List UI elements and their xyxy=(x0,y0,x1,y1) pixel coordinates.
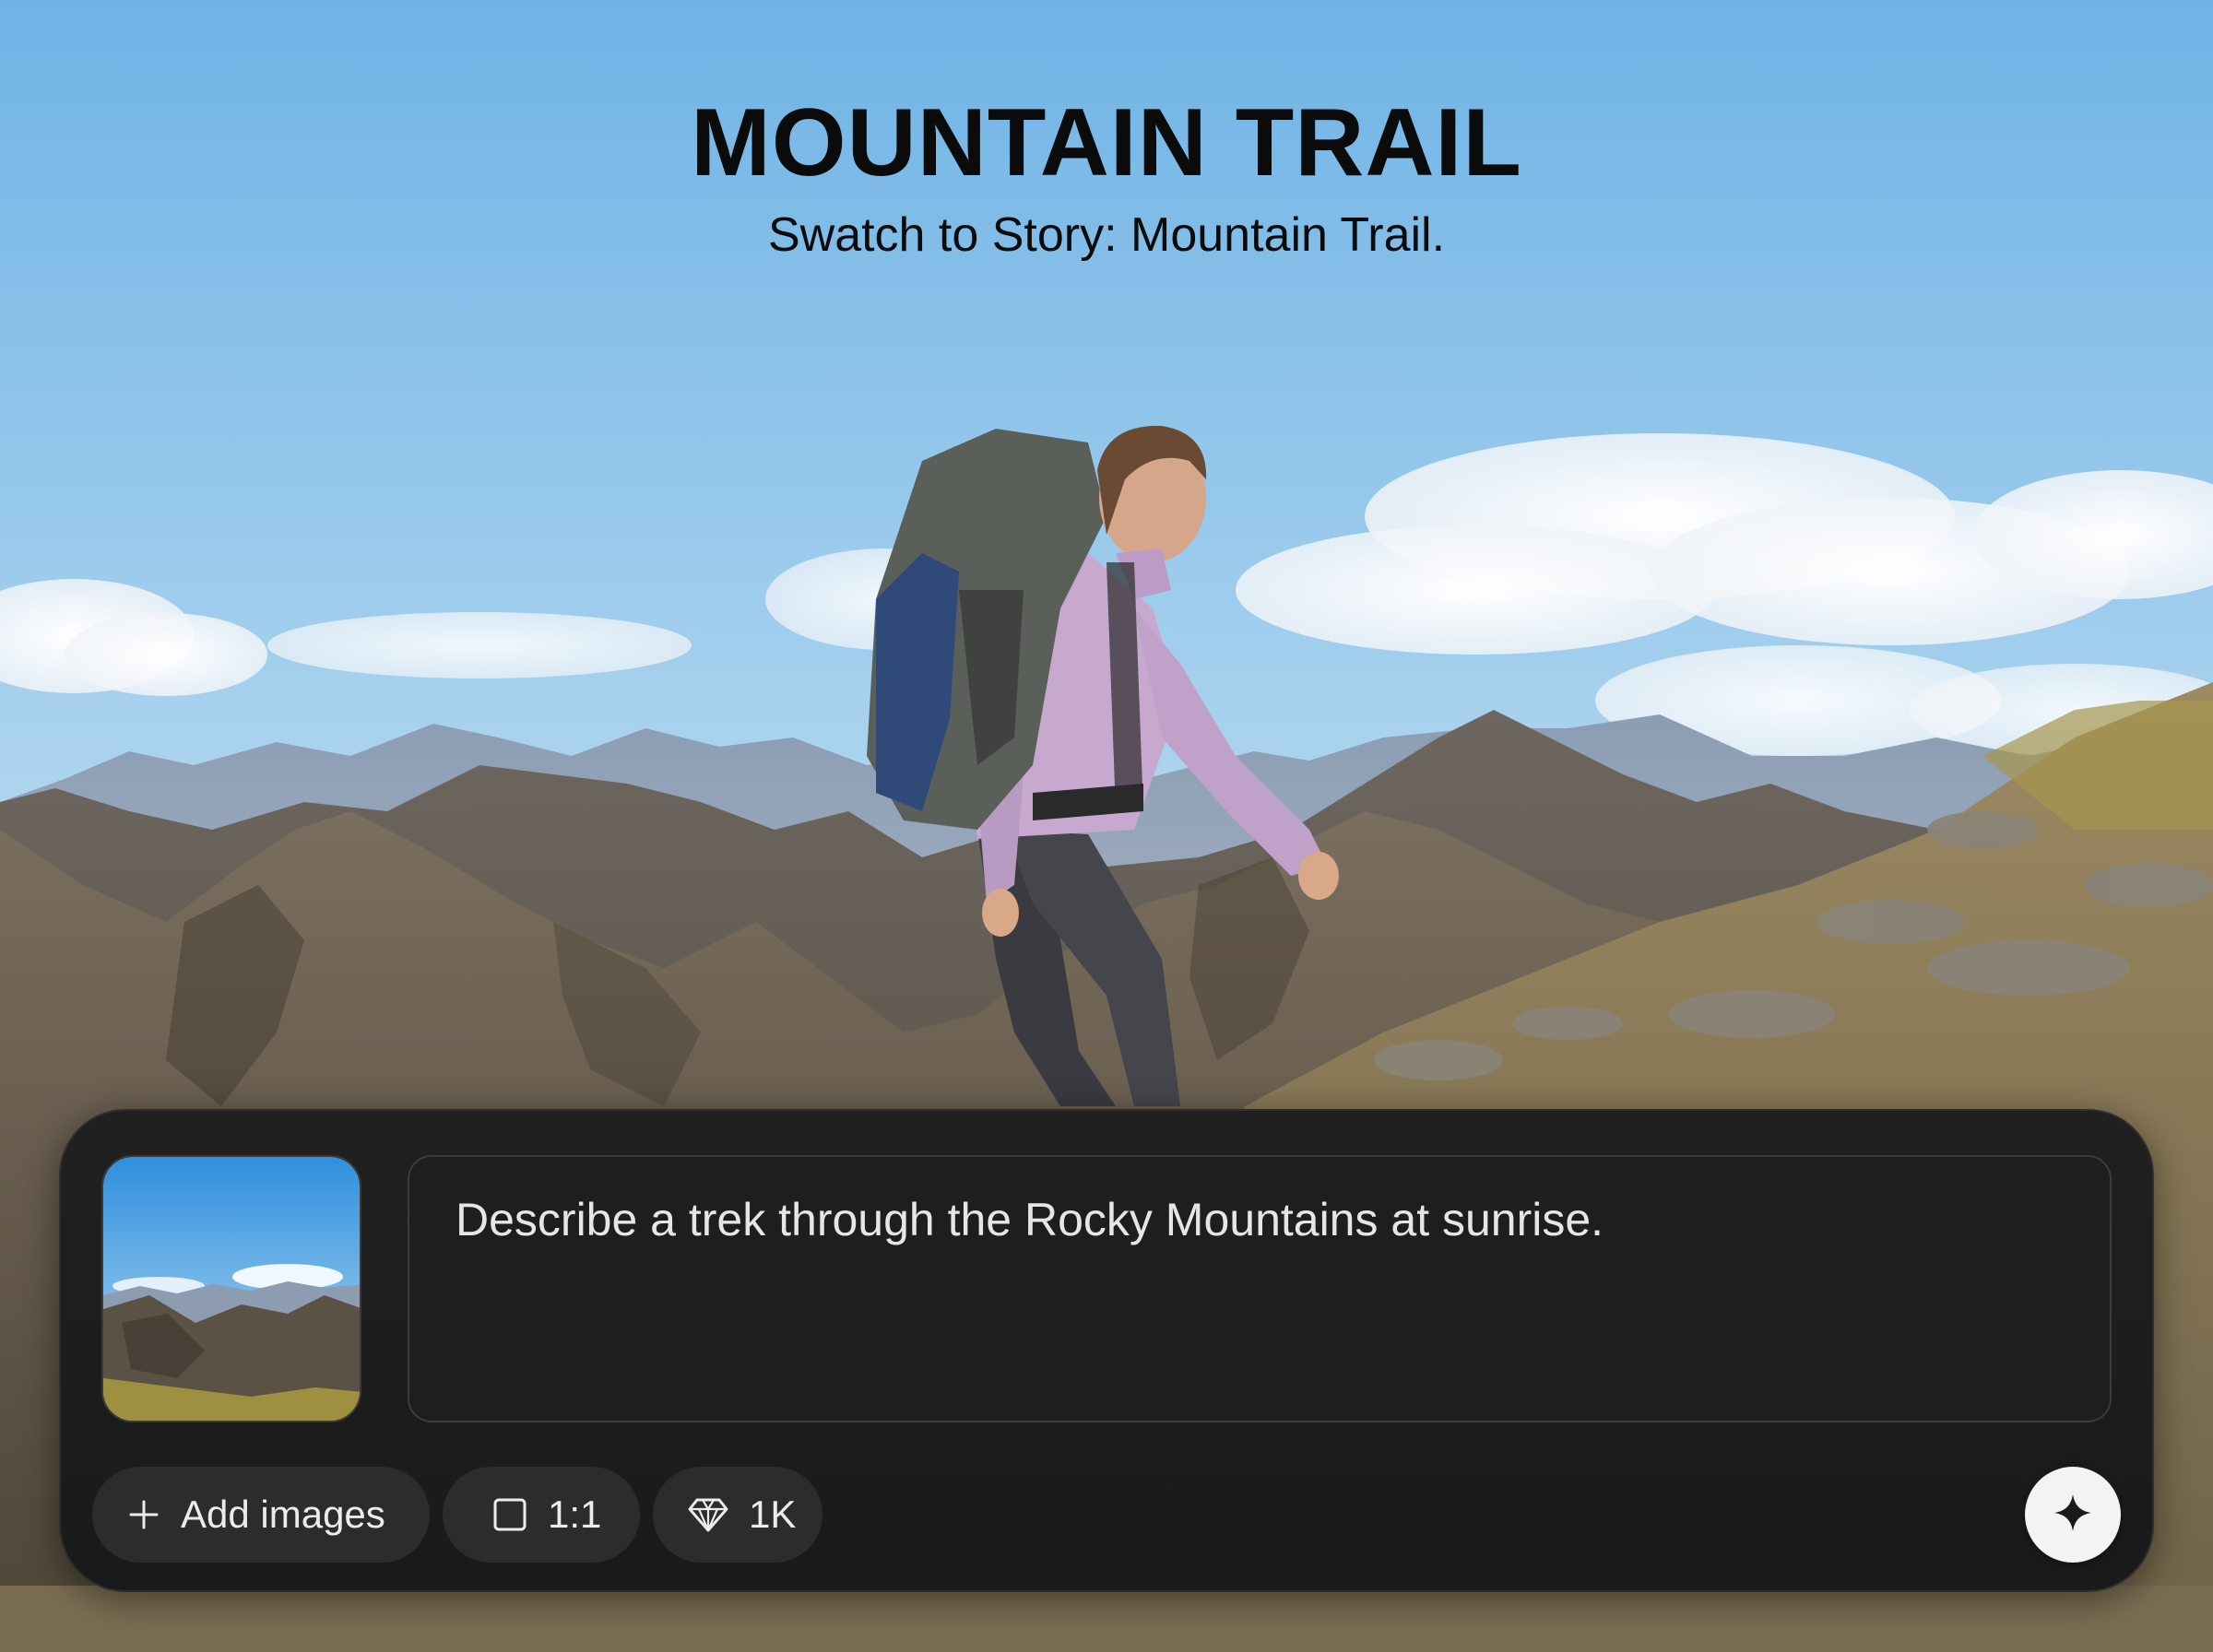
prompt-composer: Describe a trek through the Rocky Mounta… xyxy=(59,1109,2154,1592)
aspect-ratio-label: 1:1 xyxy=(548,1493,602,1536)
hero-header: MOUNTAIN TRAIL Swatch to Story: Mountain… xyxy=(0,83,2213,267)
plus-icon xyxy=(127,1498,160,1531)
quality-label: 1K xyxy=(749,1493,797,1536)
diamond-icon xyxy=(688,1496,728,1533)
sparkle-icon xyxy=(2051,1491,2095,1540)
app-stage: MOUNTAIN TRAIL Swatch to Story: Mountain… xyxy=(0,0,2213,1652)
aspect-ratio-button[interactable]: 1:1 xyxy=(443,1467,640,1563)
mountain-landscape-thumbnail-icon xyxy=(103,1157,360,1421)
page-subtitle: Swatch to Story: Mountain Trail. xyxy=(767,208,1446,262)
generate-button[interactable] xyxy=(2025,1467,2121,1563)
add-images-label: Add images xyxy=(181,1493,385,1536)
quality-button[interactable]: 1K xyxy=(653,1467,822,1563)
prompt-input[interactable]: Describe a trek through the Rocky Mounta… xyxy=(408,1155,2112,1422)
square-icon xyxy=(492,1497,527,1532)
prompt-text: Describe a trek through the Rocky Mounta… xyxy=(456,1194,1604,1245)
page-title: MOUNTAIN TRAIL xyxy=(691,89,1522,196)
add-images-button[interactable]: Add images xyxy=(92,1467,430,1563)
reference-image-thumbnail[interactable] xyxy=(101,1155,361,1422)
